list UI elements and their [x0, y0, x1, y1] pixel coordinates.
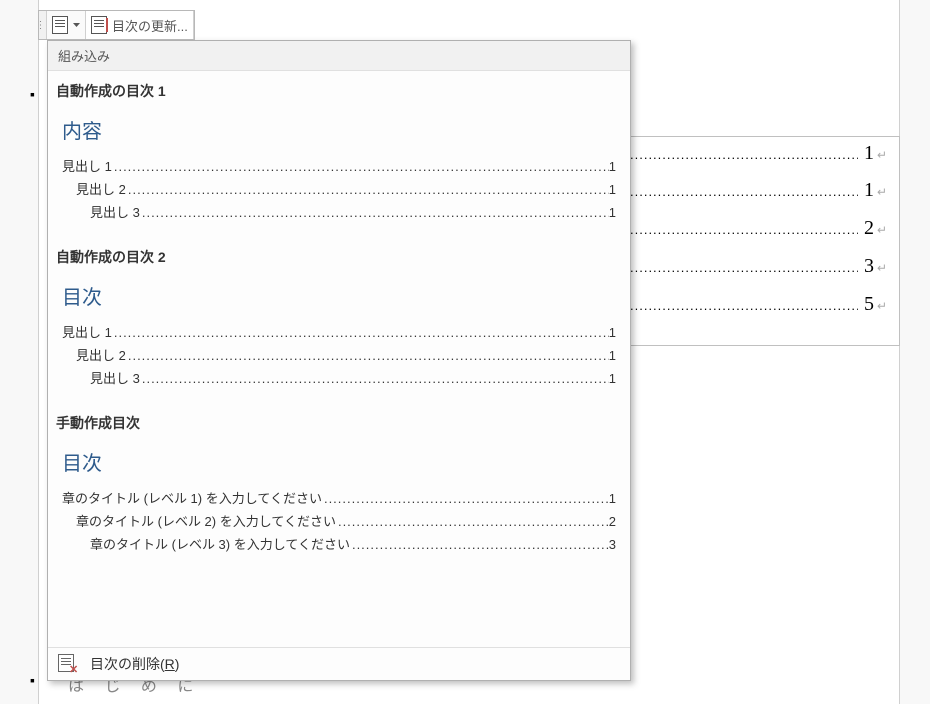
toc-entry-row: ........................................…	[630, 174, 900, 212]
toc-style-option[interactable]: 自動作成の目次 2目次見出し 1........................…	[48, 237, 630, 403]
toc-leader-dots: ........................................…	[630, 174, 858, 199]
toc-preview-text: 見出し 3	[90, 368, 140, 387]
toc-page-number: 3	[864, 255, 874, 278]
toc-preview-line: 見出し 1...................................…	[48, 320, 630, 343]
return-mark: ↵	[877, 223, 887, 237]
toolbar-grip[interactable]	[39, 11, 47, 39]
return-mark: ↵	[877, 299, 887, 313]
toc-style-dropdown-button[interactable]	[47, 11, 86, 39]
update-toc-label: 目次の更新...	[112, 16, 188, 35]
toc-leader-dots: ........................................…	[140, 371, 609, 386]
return-mark: ↵	[877, 261, 887, 275]
toc-preview-text: 章のタイトル (レベル 2) を入力してください	[76, 511, 336, 530]
toc-style-title: 手動作成目次	[48, 409, 630, 447]
toc-preview-heading: 目次	[48, 281, 630, 320]
delete-toc-icon: ✕	[58, 654, 76, 674]
toc-style-gallery-popup: 組み込み 自動作成の目次 1内容見出し 1...................…	[47, 40, 631, 681]
toc-leader-dots: ........................................…	[630, 250, 858, 275]
popup-section-header: 組み込み	[48, 41, 630, 71]
toc-leader-dots: ........................................…	[630, 212, 858, 237]
toc-icon	[52, 16, 68, 34]
toc-preview-line: 見出し 2...................................…	[48, 343, 630, 366]
toc-page-number: 1	[864, 142, 874, 165]
toc-leader-dots: ........................................…	[112, 159, 609, 174]
toc-entry-row: ........................................…	[630, 136, 900, 174]
toc-page-number: 2	[864, 217, 874, 240]
toc-leader-dots: ........................................…	[350, 537, 609, 552]
return-mark: ↵	[877, 148, 887, 162]
toc-page-number: 1	[864, 179, 874, 202]
toc-update-icon	[91, 16, 107, 34]
toc-preview-page: 1	[609, 371, 616, 386]
toc-preview-text: 見出し 2	[76, 179, 126, 198]
toc-preview-line: 章のタイトル (レベル 1) を入力してください................…	[48, 486, 630, 509]
toc-leader-dots: ........................................…	[630, 137, 858, 162]
toc-style-title: 自動作成の目次 2	[48, 243, 630, 281]
toc-preview-line: 見出し 3...................................…	[48, 200, 630, 223]
toc-entry-row: ........................................…	[630, 250, 900, 288]
toc-preview-page: 1	[609, 205, 616, 220]
toc-leader-dots: ........................................…	[126, 182, 609, 197]
bullet-marker: ▪	[30, 86, 35, 102]
toc-leader-dots: ........................................…	[112, 325, 609, 340]
toc-preview-text: 見出し 2	[76, 345, 126, 364]
toc-preview-line: 章のタイトル (レベル 3) を入力してください................…	[48, 532, 630, 555]
toc-leader-dots: ........................................…	[126, 348, 609, 363]
toc-style-option[interactable]: 手動作成目次目次章のタイトル (レベル 1) を入力してください........…	[48, 403, 630, 569]
toc-preview-page: 1	[609, 491, 616, 506]
toc-preview-text: 章のタイトル (レベル 3) を入力してください	[90, 534, 350, 553]
toc-preview-text: 見出し 1	[62, 322, 112, 341]
toc-preview-page: 2	[609, 514, 616, 529]
toc-preview-page: 3	[609, 537, 616, 552]
toc-toolbar: 目次の更新...	[38, 10, 195, 40]
return-mark: ↵	[877, 185, 887, 199]
toc-preview-text: 見出し 1	[62, 156, 112, 175]
toc-preview-line: 章のタイトル (レベル 2) を入力してください................…	[48, 509, 630, 532]
popup-gallery-list[interactable]: 自動作成の目次 1内容見出し 1........................…	[48, 71, 630, 647]
toc-page-number: 5	[864, 293, 874, 316]
toc-entry-row: ........................................…	[630, 212, 900, 250]
toc-leader-dots: ........................................…	[322, 491, 609, 506]
toc-style-option[interactable]: 自動作成の目次 1内容見出し 1........................…	[48, 71, 630, 237]
toc-preview-heading: 目次	[48, 447, 630, 486]
toc-preview-text: 見出し 3	[90, 202, 140, 221]
update-toc-button[interactable]: 目次の更新...	[86, 11, 194, 39]
toc-preview-line: 見出し 3...................................…	[48, 366, 630, 389]
toc-preview-line: 見出し 1...................................…	[48, 154, 630, 177]
toc-preview-text: 章のタイトル (レベル 1) を入力してください	[62, 488, 322, 507]
toc-style-title: 自動作成の目次 1	[48, 77, 630, 115]
toc-entry-row: ........................................…	[630, 288, 900, 346]
toc-preview-line: 見出し 2...................................…	[48, 177, 630, 200]
toc-leader-dots: ........................................…	[140, 205, 609, 220]
toc-preview-page: 1	[609, 325, 616, 340]
toc-preview-heading: 内容	[48, 115, 630, 154]
toc-preview-page: 1	[609, 348, 616, 363]
toc-leader-dots: ........................................…	[336, 514, 609, 529]
toc-leader-dots: ........................................…	[630, 288, 858, 313]
toc-preview-page: 1	[609, 182, 616, 197]
remove-toc-label: 目次の削除(R)	[90, 654, 179, 674]
bullet-marker: ▪	[30, 672, 35, 688]
remove-toc-menuitem[interactable]: ✕ 目次の削除(R)	[48, 647, 630, 680]
toc-preview-page: 1	[609, 159, 616, 174]
chevron-down-icon	[73, 23, 80, 28]
